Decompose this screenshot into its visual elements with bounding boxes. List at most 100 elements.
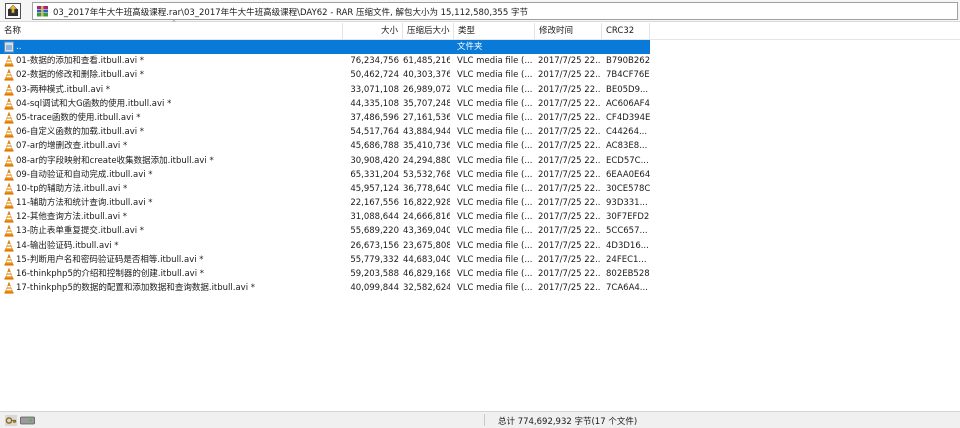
path-field[interactable]: 03_2017年牛大牛班高级课程.rar\03_2017年牛大牛班高级课程\DA… xyxy=(32,2,958,20)
file-name: 05-trace函数的使用.itbull.avi * xyxy=(16,112,141,123)
archive-path: 03_2017年牛大牛班高级课程.rar\03_2017年牛大牛班高级课程\DA… xyxy=(53,8,528,18)
vlc-cone-icon xyxy=(4,197,14,209)
file-size: 59,203,588 xyxy=(350,269,399,279)
file-modified: 2017/7/25 22... xyxy=(538,56,600,67)
file-crc: 30F7EFD2 xyxy=(606,212,650,223)
file-type: VLC media file (.... xyxy=(457,226,533,237)
file-name: 11-辅助方法和统计查询.itbull.avi * xyxy=(16,198,153,209)
file-crc: 7CA6A4... xyxy=(606,283,648,294)
parent-folder-type: 文件夹 xyxy=(457,42,483,52)
file-type: VLC media file (.... xyxy=(457,84,533,95)
parent-folder-row[interactable]: .. 文件夹 xyxy=(0,40,650,55)
file-row[interactable]: 16-thinkphp5的介绍和控制器的创建.itbull.avi * 59,20… xyxy=(0,267,960,281)
file-type: VLC media file (.... xyxy=(457,169,533,180)
file-row[interactable]: 12-其他查询方法.itbull.avi * 31,088,644 24,666,8… xyxy=(0,210,960,224)
drive-icon xyxy=(20,416,35,425)
file-row[interactable]: 06-自定义函数的加载.itbull.avi * 54,517,764 43,884… xyxy=(0,125,960,139)
file-size: 50,462,724 xyxy=(350,70,399,81)
file-size: 26,673,156 xyxy=(350,240,399,251)
file-row[interactable]: 02-数据的修改和删除.itbull.avi * 50,462,724 40,303… xyxy=(0,68,960,82)
status-summary: 总计 774,692,932 字节(17 个文件) xyxy=(498,417,638,427)
file-row[interactable]: 14-输出验证码.itbull.avi * 26,673,156 23,675,80… xyxy=(0,239,960,253)
file-packed-size: 35,707,248 xyxy=(403,98,450,109)
file-modified: 2017/7/25 22... xyxy=(538,254,600,265)
file-modified: 2017/7/25 22... xyxy=(538,198,600,209)
file-type: VLC media file (.... xyxy=(457,70,533,81)
file-row[interactable]: 01-数据的添加和查看.itbull.avi * 76,234,756 61,485… xyxy=(0,54,960,68)
file-modified: 2017/7/25 22... xyxy=(538,155,600,166)
file-name: 15-判断用户名和密码验证码是否相等.itbull.avi * xyxy=(16,254,204,265)
file-size: 30,908,420 xyxy=(350,155,399,166)
column-packed-size[interactable]: 压缩后大小 xyxy=(403,23,454,39)
file-name: 08-ar的字段映射和create收集数据添加.itbull.avi * xyxy=(16,155,214,166)
key-icon xyxy=(5,415,17,426)
file-row[interactable]: 05-trace函数的使用.itbull.avi * 37,486,596 27,1… xyxy=(0,111,960,125)
file-name: 09-自动验证和自动完成.itbull.avi * xyxy=(16,169,153,180)
vlc-cone-icon xyxy=(4,126,14,138)
up-folder-button[interactable] xyxy=(5,3,21,19)
file-row[interactable]: 17-thinkphp5的数据的配置和添加数据和查询数据.itbull.avi … xyxy=(0,281,960,295)
file-modified: 2017/7/25 22... xyxy=(538,127,600,138)
file-name: 01-数据的添加和查看.itbull.avi * xyxy=(16,56,145,67)
file-modified: 2017/7/25 22... xyxy=(538,212,600,223)
file-type: VLC media file (.... xyxy=(457,198,533,209)
file-row[interactable]: 10-tp的辅助方法.itbull.avi * 45,957,124 36,778,… xyxy=(0,182,960,196)
file-type: VLC media file (.... xyxy=(457,269,533,279)
file-modified: 2017/7/25 22... xyxy=(538,169,600,180)
file-packed-size: 23,675,808 xyxy=(403,240,450,251)
vlc-cone-icon xyxy=(4,182,14,195)
file-modified: 2017/7/25 22... xyxy=(538,112,600,123)
file-size: 55,779,332 xyxy=(350,254,399,265)
parent-folder-icon xyxy=(4,41,14,53)
file-packed-size: 53,532,768 xyxy=(403,169,450,180)
file-modified: 2017/7/25 22... xyxy=(538,84,600,95)
file-type: VLC media file (.... xyxy=(457,183,533,194)
file-packed-size: 27,161,536 xyxy=(403,112,450,123)
file-modified: 2017/7/25 22... xyxy=(538,226,600,237)
file-crc: 5CC657... xyxy=(606,226,648,237)
file-crc: B790B262 xyxy=(606,56,650,67)
column-modified[interactable]: 修改时间 xyxy=(535,23,602,39)
file-crc: 4D3D16... xyxy=(606,240,649,251)
file-modified: 2017/7/25 22... xyxy=(538,283,600,294)
file-packed-size: 24,294,880 xyxy=(403,155,450,166)
file-type: VLC media file (.... xyxy=(457,212,533,223)
file-modified: 2017/7/25 22... xyxy=(538,98,600,109)
file-modified: 2017/7/25 22... xyxy=(538,269,600,279)
column-crc[interactable]: CRC32 xyxy=(602,23,650,39)
file-row[interactable]: 08-ar的字段映射和create收集数据添加.itbull.avi * 30,9… xyxy=(0,154,960,168)
vlc-cone-icon xyxy=(4,211,14,223)
file-row[interactable]: 11-辅助方法和统计查询.itbull.avi * 22,167,556 16,82… xyxy=(0,196,960,210)
column-type[interactable]: 类型 xyxy=(454,23,535,39)
column-size[interactable]: 大小 xyxy=(343,23,403,39)
file-modified: 2017/7/25 22... xyxy=(538,70,600,81)
column-header: ⌃ 名称 大小 压缩后大小 类型 修改时间 CRC32 xyxy=(0,19,960,40)
file-name: 02-数据的修改和删除.itbull.avi * xyxy=(16,70,145,81)
file-type: VLC media file (.... xyxy=(457,141,533,152)
file-packed-size: 61,485,216 xyxy=(403,56,450,67)
vlc-cone-icon xyxy=(4,83,14,96)
file-row[interactable]: 15-判断用户名和密码验证码是否相等.itbull.avi * 55,779,33… xyxy=(0,253,960,267)
file-name: 16-thinkphp5的介绍和控制器的创建.itbull.avi * xyxy=(16,269,205,279)
file-row[interactable]: 13-防止表单重复提交.itbull.avi * 55,689,220 43,369… xyxy=(0,224,960,238)
file-packed-size: 16,822,928 xyxy=(403,198,450,209)
file-crc: BE05D9... xyxy=(606,84,649,95)
file-list: .. 文件夹 01-数据的添加和查看.itbull.avi * 76,234,75… xyxy=(0,40,960,295)
file-crc: C44264... xyxy=(606,127,648,138)
vlc-cone-icon xyxy=(4,282,14,294)
file-row[interactable]: 09-自动验证和自动完成.itbull.avi * 65,331,204 53,53… xyxy=(0,168,960,182)
file-type: VLC media file (.... xyxy=(457,98,533,109)
file-row[interactable]: 07-ar的增删改查.itbull.avi * 45,686,788 35,410,… xyxy=(0,139,960,153)
file-name: 03-两种模式.itbull.avi * xyxy=(16,84,111,95)
file-row[interactable]: 04-sql调试和大G函数的使用.itbull.avi * 44,335,108 3… xyxy=(0,97,960,111)
file-row[interactable]: 03-两种模式.itbull.avi * 33,071,108 26,989,072… xyxy=(0,83,960,97)
file-size: 22,167,556 xyxy=(350,198,399,209)
file-name: 12-其他查询方法.itbull.avi * xyxy=(16,212,128,223)
file-name: 14-输出验证码.itbull.avi * xyxy=(16,240,119,251)
vlc-cone-icon xyxy=(4,55,14,67)
column-name[interactable]: 名称 xyxy=(0,23,343,39)
path-bar: 03_2017年牛大牛班高级课程.rar\03_2017年牛大牛班高级课程\DA… xyxy=(0,0,960,22)
file-crc: 30CE578C xyxy=(606,183,650,194)
file-name: 06-自定义函数的加载.itbull.avi * xyxy=(16,127,145,138)
file-type: VLC media file (.... xyxy=(457,56,533,67)
